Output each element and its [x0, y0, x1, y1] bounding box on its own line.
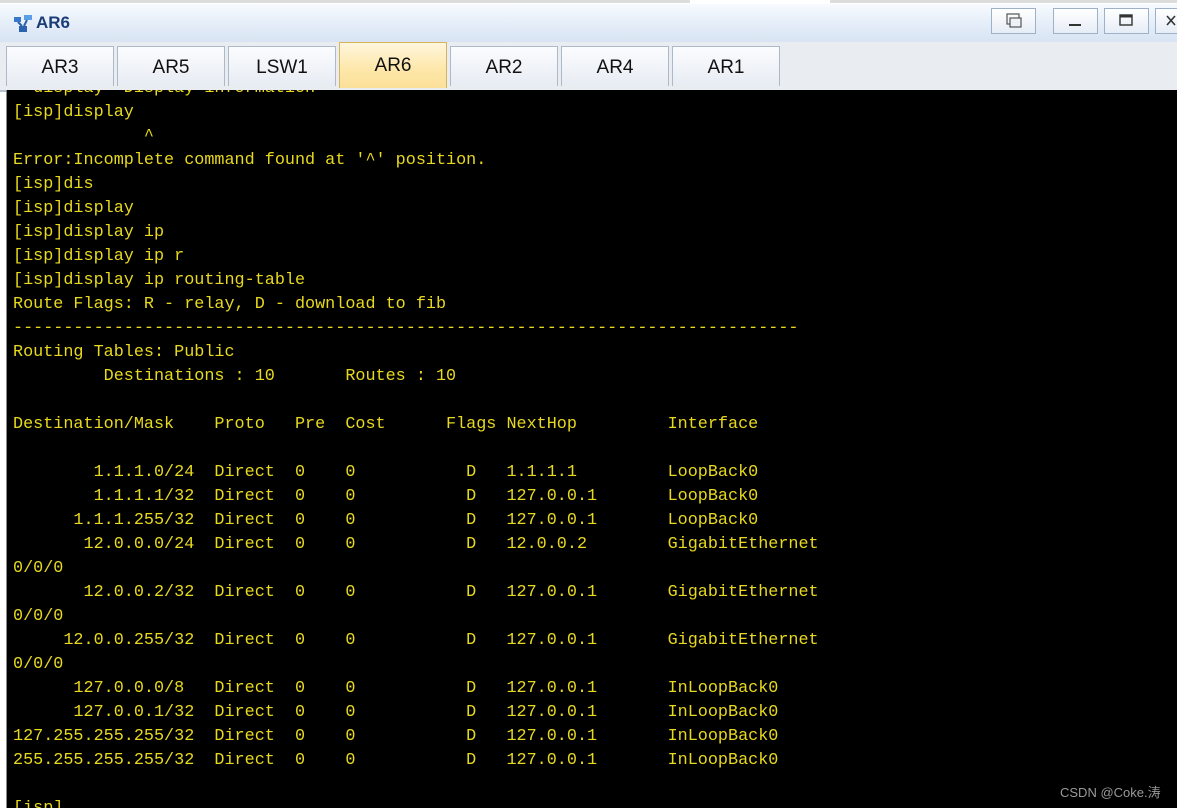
tab-ar2[interactable]: AR2 — [450, 46, 558, 86]
console-line: Route Flags: R - relay, D - download to … — [13, 295, 447, 314]
minimize-button[interactable] — [1053, 8, 1098, 34]
console-line: 1.1.1.0/24 Direct 0 0 D 1.1.1.1 LoopBack… — [13, 463, 759, 482]
tab-ar1[interactable]: AR1 — [672, 46, 780, 86]
console-line: [isp]display — [13, 199, 134, 218]
maximize-button[interactable] — [1104, 8, 1149, 34]
console-line: [isp]dis — [13, 175, 94, 194]
console-line: 0/0/0 — [13, 655, 64, 674]
watermark: CSDN @Coke.涛 — [1060, 785, 1161, 800]
window-titlebar: AR6 — [0, 4, 1177, 43]
maximize-icon — [1119, 14, 1133, 26]
console-line: 12.0.0.2/32 Direct 0 0 D 127.0.0.1 Gigab… — [13, 583, 819, 602]
console-line: 0/0/0 — [13, 607, 64, 626]
app-icon — [13, 14, 33, 34]
console-line: Destination/Mask Proto Pre Cost Flags Ne… — [13, 415, 759, 434]
tab-ar5[interactable]: AR5 — [117, 46, 225, 86]
restore-window-button[interactable] — [991, 8, 1036, 34]
console-line: [isp] — [13, 797, 819, 808]
tab-ar4[interactable]: AR4 — [561, 46, 669, 86]
console-line: 12.0.0.255/32 Direct 0 0 D 127.0.0.1 Gig… — [13, 631, 819, 650]
terminal-console[interactable]: display Display information [isp]display … — [6, 90, 1177, 808]
console-line: 12.0.0.0/24 Direct 0 0 D 12.0.0.2 Gigabi… — [13, 535, 819, 554]
console-line: ----------------------------------------… — [13, 319, 799, 338]
restore-icon — [1006, 13, 1022, 28]
tab-lsw1[interactable]: LSW1 — [228, 46, 336, 86]
close-icon — [1166, 15, 1176, 26]
console-line: 255.255.255.255/32 Direct 0 0 D 127.0.0.… — [13, 751, 779, 770]
console-line: ^ — [13, 127, 154, 146]
console-line: [isp]display ip routing-table — [13, 271, 306, 290]
console-line: 1.1.1.1/32 Direct 0 0 D 127.0.0.1 LoopBa… — [13, 487, 759, 506]
console-line: Routing Tables: Public — [13, 343, 235, 362]
tab-ar3[interactable]: AR3 — [6, 46, 114, 86]
console-line: 1.1.1.255/32 Direct 0 0 D 127.0.0.1 Loop… — [13, 511, 759, 530]
console-line: [isp]display — [13, 103, 134, 122]
console-line: [isp]display ip r — [13, 247, 185, 266]
console-line: 0/0/0 — [13, 559, 64, 578]
minimize-icon — [1069, 24, 1081, 26]
tab-ar6[interactable]: AR6 — [339, 42, 447, 88]
console-line: 127.0.0.0/8 Direct 0 0 D 127.0.0.1 InLoo… — [13, 679, 779, 698]
console-line: [isp]display ip — [13, 223, 165, 242]
console-line: 127.0.0.1/32 Direct 0 0 D 127.0.0.1 InLo… — [13, 703, 779, 722]
terminal-output: display Display information [isp]display … — [13, 90, 819, 808]
device-tab-bar: AR3 AR5 LSW1 AR6 AR2 AR4 AR1 — [0, 42, 1177, 92]
console-line: Error:Incomplete command found at '^' po… — [13, 151, 487, 170]
console-line: Destinations : 10 Routes : 10 — [13, 367, 457, 386]
window-title: AR6 — [36, 13, 71, 32]
console-line: display Display information — [13, 90, 819, 101]
console-line: 127.255.255.255/32 Direct 0 0 D 127.0.0.… — [13, 727, 779, 746]
close-button[interactable] — [1155, 8, 1177, 34]
